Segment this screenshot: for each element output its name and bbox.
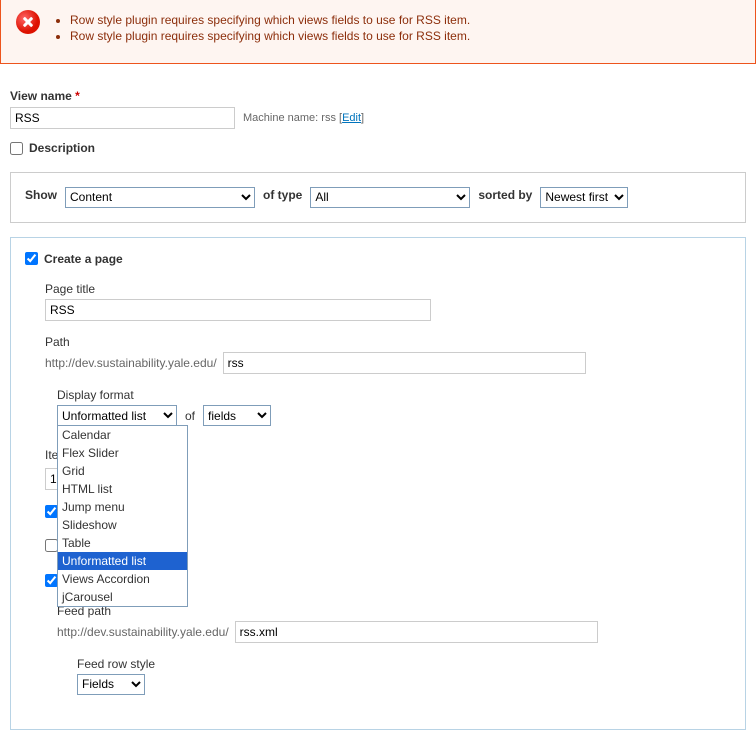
create-page-label: Create a page [44, 252, 123, 266]
format-option-selected[interactable]: Unformatted list [58, 552, 187, 570]
format-option[interactable]: Table [58, 534, 187, 552]
display-format-listbox[interactable]: Calendar Flex Slider Grid HTML list Jump… [57, 425, 188, 607]
required-indicator: * [75, 89, 80, 103]
format-option[interactable]: Grid [58, 462, 187, 480]
path-input[interactable] [223, 352, 586, 374]
description-checkbox[interactable] [10, 142, 23, 155]
format-option[interactable]: Calendar [58, 426, 187, 444]
view-name-input[interactable] [10, 107, 235, 129]
machine-name-label: Machine name: [243, 112, 318, 124]
feed-path-input[interactable] [235, 621, 598, 643]
of-type-select[interactable]: All [310, 187, 470, 208]
error-item: Row style plugin requires specifying whi… [70, 29, 470, 43]
error-item: Row style plugin requires specifying whi… [70, 13, 470, 27]
create-page-checkbox[interactable] [25, 252, 38, 265]
format-option[interactable]: jCarousel [58, 588, 187, 606]
format-option[interactable]: Views Accordion [58, 570, 187, 588]
sorted-by-select[interactable]: Newest first [540, 187, 628, 208]
sorted-by-label: sorted by [478, 188, 532, 202]
description-label: Description [29, 141, 95, 155]
format-option[interactable]: Jump menu [58, 498, 187, 516]
show-label: Show [25, 188, 57, 202]
of-label: of [185, 409, 195, 423]
path-prefix: http://dev.sustainability.yale.edu/ [45, 356, 217, 370]
feed-row-style-label: Feed row style [77, 657, 731, 671]
feed-path-prefix: http://dev.sustainability.yale.edu/ [57, 625, 229, 639]
display-format-select[interactable]: Unformatted list [57, 405, 177, 426]
of-type-label: of type [263, 188, 302, 202]
error-messages: Row style plugin requires specifying whi… [52, 10, 470, 45]
format-option[interactable]: HTML list [58, 480, 187, 498]
format-option[interactable]: Slideshow [58, 516, 187, 534]
feed-row-style-select[interactable]: Fields [77, 674, 145, 695]
page-title-label: Page title [45, 282, 731, 296]
of-select[interactable]: fields [203, 405, 271, 426]
error-icon [16, 10, 40, 34]
show-select[interactable]: Content [65, 187, 255, 208]
machine-name-value: rss [321, 112, 336, 124]
display-format-label: Display format [57, 388, 731, 402]
view-name-label: View name [10, 89, 72, 103]
machine-name-edit-link[interactable]: Edit [342, 112, 361, 124]
path-label: Path [45, 335, 731, 349]
format-option[interactable]: Flex Slider [58, 444, 187, 462]
page-title-input[interactable] [45, 299, 431, 321]
error-message-box: Row style plugin requires specifying whi… [0, 0, 756, 64]
